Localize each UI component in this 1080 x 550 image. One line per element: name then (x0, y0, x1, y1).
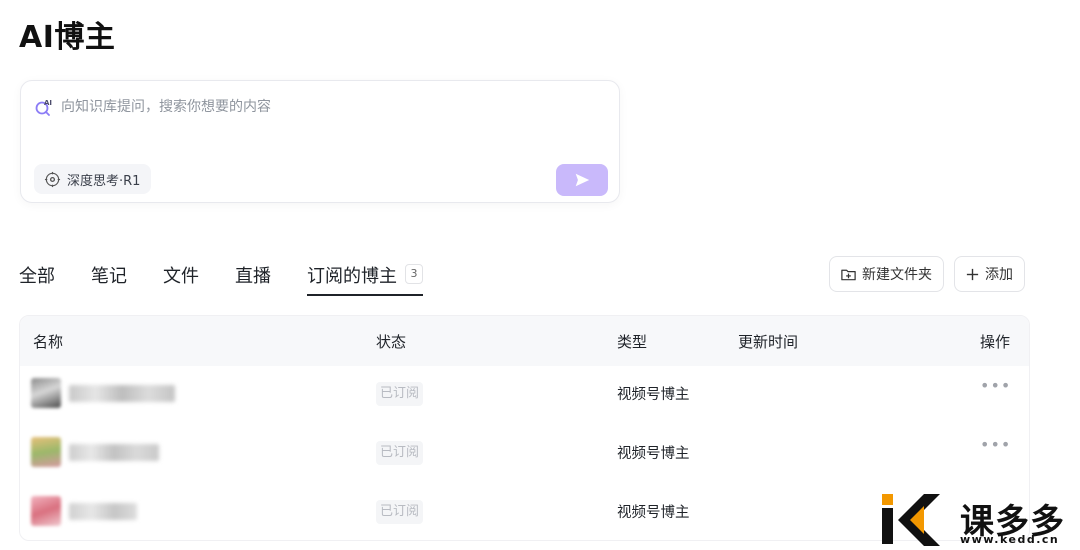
table-header: 名称 状态 类型 更新时间 操作 (20, 316, 1029, 366)
blurred-name (69, 385, 175, 402)
page-title: AI博主 (19, 20, 116, 55)
content-tabs: 全部 笔记 文件 直播 订阅的博主 3 (19, 262, 459, 296)
header-status: 状态 (376, 333, 407, 351)
deep-think-button[interactable]: 深度思考·R1 (34, 164, 152, 194)
tab-subscribed-bloggers[interactable]: 订阅的博主 3 (307, 262, 423, 296)
avatar (31, 437, 61, 467)
tab-live[interactable]: 直播 (235, 262, 271, 296)
k-logo-icon (882, 494, 940, 546)
deep-think-label: 深度思考·R1 (67, 173, 141, 189)
tab-notes[interactable]: 笔记 (91, 262, 127, 296)
bloggers-table: 名称 状态 类型 更新时间 操作 已订阅 视频号博主 ••• 已订阅 视频号博主… (19, 315, 1030, 541)
type-label: 视频号博主 (617, 387, 690, 403)
send-button[interactable] (556, 164, 608, 196)
blurred-name (69, 444, 159, 461)
ask-input[interactable] (61, 95, 601, 119)
header-name: 名称 (33, 333, 64, 351)
table-row[interactable]: 已订阅 视频号博主 ••• (20, 366, 1029, 425)
new-folder-button[interactable]: 新建文件夹 (829, 256, 944, 292)
tab-all[interactable]: 全部 (19, 262, 55, 296)
header-updated: 更新时间 (738, 333, 799, 351)
table-row[interactable]: 已订阅 视频号博主 ••• (20, 425, 1029, 484)
svg-text:AI: AI (44, 99, 52, 107)
plus-icon (966, 268, 979, 280)
avatar (31, 378, 61, 408)
ai-search-icon: AI (34, 97, 54, 117)
more-options-icon[interactable]: ••• (980, 376, 1011, 395)
table-row[interactable]: 已订阅 视频号博主 (20, 484, 1029, 540)
tab-files[interactable]: 文件 (163, 262, 199, 296)
type-label: 视频号博主 (617, 446, 690, 462)
send-icon (575, 173, 590, 187)
kedd-watermark-logo: 课多多 www.kedd.cn (880, 490, 1080, 550)
ask-box: AI 深度思考·R1 (20, 80, 620, 203)
type-label: 视频号博主 (617, 505, 690, 521)
watermark-url: www.kedd.cn (960, 533, 1060, 546)
add-button[interactable]: 添加 (954, 256, 1025, 292)
header-actions: 操作 (980, 333, 1011, 351)
header-type: 类型 (617, 333, 648, 351)
atom-icon (44, 171, 61, 187)
more-options-icon[interactable]: ••• (980, 435, 1011, 454)
tab-count-badge: 3 (405, 264, 423, 284)
avatar (31, 496, 61, 526)
status-badge: 已订阅 (376, 500, 424, 524)
blurred-name (69, 503, 137, 520)
status-badge: 已订阅 (376, 382, 424, 406)
folder-plus-icon (841, 269, 856, 280)
status-badge: 已订阅 (376, 441, 424, 465)
